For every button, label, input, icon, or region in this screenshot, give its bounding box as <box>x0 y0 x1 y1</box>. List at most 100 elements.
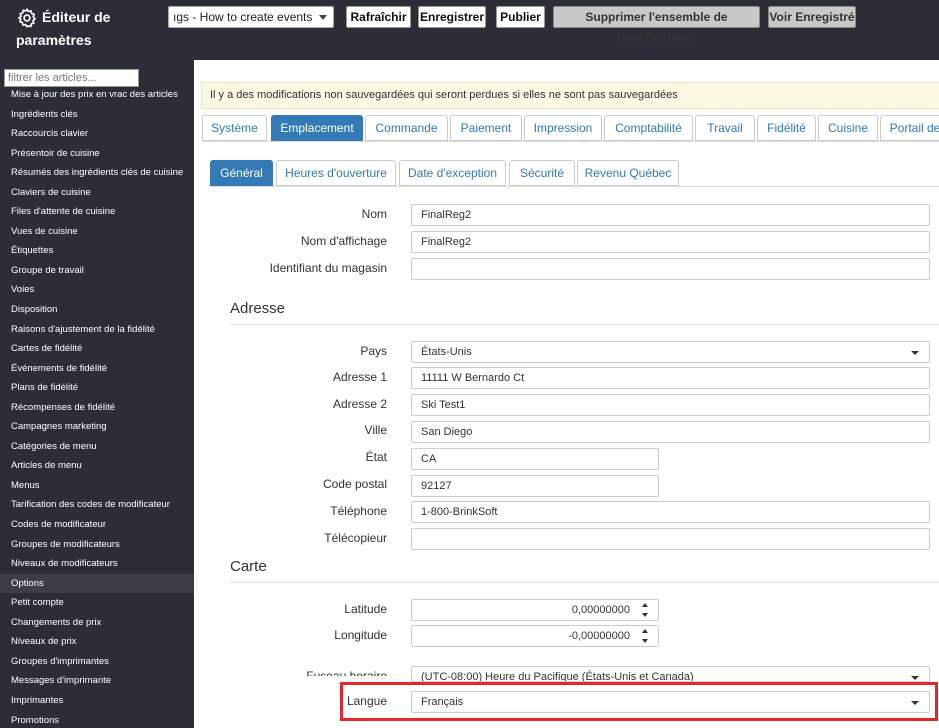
unsaved-alert: Il y a des modifications non sauvegardée… <box>201 82 939 109</box>
sidebar-item[interactable]: Files d'attente de cuisine <box>0 202 194 222</box>
fuseau-value: (UTC-08:00) Heure du Pacifique (États-Un… <box>421 671 694 682</box>
sidebar-item[interactable]: Cartes de fidélité <box>0 339 194 359</box>
chevron-down-icon <box>911 351 919 355</box>
sidebar-item[interactable]: Vues de cuisine <box>0 222 194 242</box>
changeset-select[interactable]: ıgs - How to create events <box>168 6 334 28</box>
sidebar-item[interactable]: Messages d'imprimante <box>0 671 194 691</box>
filter-input[interactable] <box>4 69 139 87</box>
sidebar-item[interactable]: Étiquettes <box>0 241 194 261</box>
adresse-divider <box>230 324 939 325</box>
subtab-heures[interactable]: Heures d'ouverture <box>276 160 396 186</box>
carte-section-title: Carte <box>230 558 267 575</box>
longitude-value: -0,00000000 <box>568 630 630 642</box>
sidebar-item[interactable]: Groupes d'imprimantes <box>0 652 194 672</box>
sidebar-item[interactable]: Claviers de cuisine <box>0 183 194 203</box>
app-title-line2: paramètres <box>16 32 92 49</box>
chevron-down-icon <box>911 676 919 680</box>
refresh-button[interactable]: Rafraîchir <box>346 6 411 28</box>
sidebar-item[interactable]: Mise à jour des prix en vrac des article… <box>0 85 194 105</box>
tab-systeme[interactable]: Système <box>202 115 267 141</box>
view-saved-button[interactable]: Voir Enregistré <box>768 6 856 28</box>
tab-paiement[interactable]: Paiement <box>450 115 522 141</box>
sidebar-item[interactable]: Plans de fidélité <box>0 378 194 398</box>
fuseau-select[interactable]: (UTC-08:00) Heure du Pacifique (États-Un… <box>411 666 930 682</box>
tab-emplacement[interactable]: Emplacement <box>271 115 363 141</box>
sidebar-item[interactable]: Tarification des codes de modificateur <box>0 495 194 515</box>
subtab-revenu-quebec[interactable]: Revenu Québec <box>577 160 679 186</box>
sidebar: Mise à jour des prix en vrac des article… <box>0 60 194 728</box>
subtab-date-exception[interactable]: Date d'exception <box>399 160 506 186</box>
sidebar-item[interactable]: Ingrédients clés <box>0 105 194 125</box>
adresse-section-title: Adresse <box>230 300 286 317</box>
sidebar-item[interactable]: Petit compte <box>0 593 194 613</box>
sidebar-item[interactable]: Codes de modificateur <box>0 515 194 535</box>
nom-field[interactable]: FinalReg2 <box>411 204 930 226</box>
main-panel: Il y a des modifications non sauvegardée… <box>194 60 939 728</box>
latitude-value: 0,00000000 <box>571 604 630 616</box>
publish-button[interactable]: Publier <box>496 6 545 28</box>
telephone-label: Téléphone <box>330 504 387 518</box>
sidebar-item[interactable]: Imprimantes <box>0 691 194 711</box>
nom-affichage-label: Nom d'affichage <box>300 234 387 248</box>
sidebar-item[interactable]: Groupes de modificateurs <box>0 535 194 555</box>
sidebar-item[interactable]: Événements de fidélité <box>0 359 194 379</box>
sidebar-item[interactable]: Articles de menu <box>0 456 194 476</box>
adresse1-field[interactable]: 11111 W Bernardo Ct <box>411 367 930 389</box>
adresse2-label: Adresse 2 <box>332 397 387 411</box>
tab-impression[interactable]: Impression <box>524 115 602 141</box>
longitude-label: Longitude <box>334 628 387 642</box>
sidebar-item[interactable]: Niveaux de prix <box>0 632 194 652</box>
sidebar-item[interactable]: Campagnes marketing <box>0 417 194 437</box>
sidebar-item[interactable]: Niveaux de modificateurs <box>0 554 194 574</box>
pays-select[interactable]: États-Unis <box>411 341 930 363</box>
sidebar-item[interactable]: Promotions <box>0 711 194 728</box>
app-title: Éditeur de paramètres <box>16 6 110 52</box>
adresse1-label: Adresse 1 <box>332 370 387 384</box>
spinner-icon[interactable] <box>642 629 650 643</box>
ville-label: Ville <box>364 423 387 437</box>
subtab-general[interactable]: Général <box>210 160 273 186</box>
identifiant-label: Identifiant du magasin <box>269 261 387 275</box>
telephone-field[interactable]: 1-800-BrinkSoft <box>411 501 930 523</box>
sidebar-item[interactable]: Récompenses de fidélité <box>0 398 194 418</box>
sidebar-item[interactable]: Raccourcis clavier <box>0 124 194 144</box>
etat-label: État <box>365 450 387 464</box>
code-postal-field[interactable]: 92127 <box>411 475 659 497</box>
tab-portail[interactable]: Portail de <box>880 115 939 141</box>
nom-label: Nom <box>361 207 387 221</box>
chevron-down-icon <box>319 15 327 20</box>
etat-field[interactable]: CA <box>411 448 659 470</box>
latitude-field[interactable]: 0,00000000 <box>411 599 659 621</box>
telecopieur-field[interactable] <box>411 528 930 550</box>
tab-fidelite[interactable]: Fidélité <box>757 115 816 141</box>
fuseau-label: Fuseau horaire <box>306 669 387 676</box>
sidebar-list: Mise à jour des prix en vrac des article… <box>0 85 194 728</box>
latitude-label: Latitude <box>344 602 387 616</box>
subtab-securite[interactable]: Sécurité <box>509 160 575 186</box>
tab-commande[interactable]: Commande <box>365 115 448 141</box>
tab-travail[interactable]: Travail <box>695 115 755 141</box>
longitude-field[interactable]: -0,00000000 <box>411 625 659 647</box>
sidebar-item[interactable]: Disposition <box>0 300 194 320</box>
sidebar-item[interactable]: Groupe de travail <box>0 261 194 281</box>
sidebar-item[interactable]: Voies <box>0 280 194 300</box>
save-button[interactable]: Enregistrer <box>418 6 486 28</box>
sidebar-item[interactable]: Résumés des ingrédients clés de cuisine <box>0 163 194 183</box>
top-bar: Éditeur de paramètres ıgs - How to creat… <box>0 0 939 60</box>
adresse2-field[interactable]: Ski Test1 <box>411 394 930 416</box>
subtabs-divider <box>210 186 939 187</box>
changeset-value: ıgs - How to create events <box>173 10 313 24</box>
identifiant-field[interactable] <box>411 258 930 280</box>
sidebar-item[interactable]: Raisons d'ajustement de la fidélité <box>0 320 194 340</box>
nom-affichage-field[interactable]: FinalReg2 <box>411 231 930 253</box>
sidebar-item[interactable]: Changements de prix <box>0 613 194 633</box>
sidebar-item[interactable]: Présentoir de cuisine <box>0 144 194 164</box>
tab-cuisine[interactable]: Cuisine <box>818 115 878 141</box>
spinner-icon[interactable] <box>642 603 650 617</box>
tab-comptabilite[interactable]: Comptabilité <box>604 115 693 141</box>
sidebar-item-options[interactable]: Options <box>0 573 194 594</box>
ville-field[interactable]: San Diego <box>411 421 930 443</box>
delete-changeset-button[interactable]: Supprimer l'ensemble de modifications <box>553 6 760 44</box>
sidebar-item[interactable]: Menus <box>0 476 194 496</box>
sidebar-item[interactable]: Catégories de menu <box>0 437 194 457</box>
